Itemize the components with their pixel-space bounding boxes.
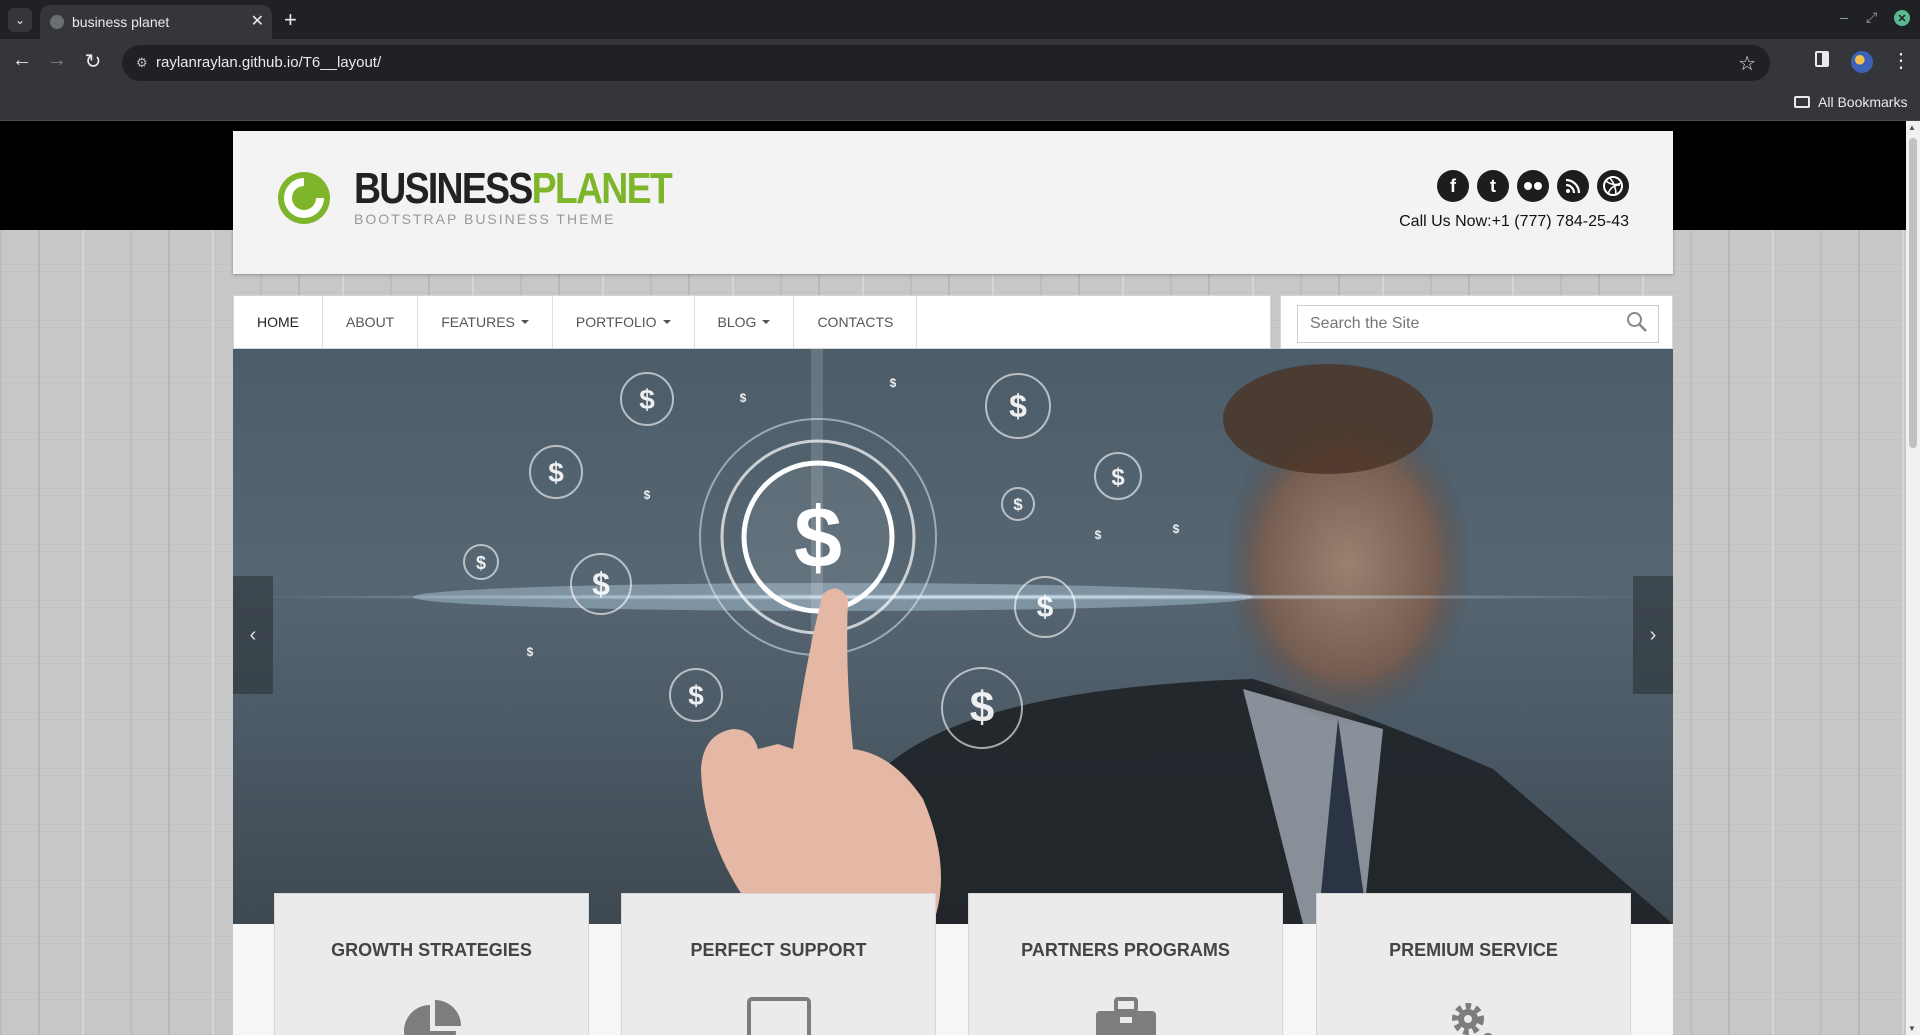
- page-viewport: BUSINESSPLANET BOOTSTRAP BUSINESS THEME …: [0, 121, 1906, 1035]
- nav-label: ABOUT: [346, 314, 395, 330]
- scroll-down-icon[interactable]: ▼: [1908, 1024, 1916, 1033]
- svg-text:$: $: [688, 680, 704, 711]
- nav-item-portfolio[interactable]: PORTFOLIO: [553, 296, 695, 348]
- browser-toolbar: ← → ↻ ⚙ raylanraylan.github.io/T6__layou…: [0, 39, 1920, 86]
- svg-text:$: $: [644, 488, 651, 502]
- svg-text:$: $: [1095, 528, 1102, 542]
- monitor-icon: [746, 997, 811, 1035]
- logo-text-business: BUSINESS: [354, 164, 533, 213]
- browser-tab-strip: ⌄ business planet ✕ + – ⤢ ✕: [0, 0, 1920, 39]
- side-panel-icon[interactable]: [1815, 51, 1829, 67]
- rss-icon[interactable]: [1557, 170, 1589, 202]
- folder-icon[interactable]: [1794, 96, 1810, 108]
- svg-text:$: $: [548, 457, 564, 488]
- tab-title: business planet: [72, 14, 170, 30]
- nav-label: FEATURES: [441, 314, 515, 330]
- chevron-right-icon: ›: [1649, 623, 1657, 646]
- facebook-icon[interactable]: f: [1437, 170, 1469, 202]
- bookmark-star-icon[interactable]: ☆: [1738, 51, 1756, 76]
- nav-label: CONTACTS: [817, 314, 894, 330]
- scroll-thumb[interactable]: [1909, 138, 1917, 448]
- more-menu-icon[interactable]: ⋮: [1891, 48, 1911, 73]
- tab-search-icon[interactable]: ⌄: [8, 8, 32, 32]
- briefcase-icon: [1095, 997, 1156, 1035]
- profile-avatar[interactable]: [1851, 51, 1873, 73]
- logo-text-planet: PLANET: [531, 164, 673, 213]
- nav-menu: HOME ABOUT FEATURES PORTFOLIO BLOG CONTA…: [233, 295, 1271, 349]
- nav-label: PORTFOLIO: [575, 314, 657, 330]
- minimize-icon[interactable]: –: [1840, 9, 1848, 25]
- feature-title: PREMIUM SERVICE: [1389, 940, 1558, 960]
- globe-icon: [50, 15, 64, 29]
- hero-image: $ $ $ $ $ $ $ $ $ $ $ $ $ $ $ $ $: [233, 349, 1673, 924]
- new-tab-icon[interactable]: +: [284, 7, 297, 33]
- main-navigation: HOME ABOUT FEATURES PORTFOLIO BLOG CONTA…: [233, 295, 1673, 349]
- bookmarks-bar: All Bookmarks: [0, 86, 1920, 121]
- feature-title: PERFECT SUPPORT: [690, 940, 867, 960]
- phone-number: Call Us Now:+1 (777) 784-25-43: [1399, 213, 1629, 230]
- feature-card[interactable]: PREMIUM SERVICE: [1316, 893, 1631, 1035]
- nav-label: HOME: [257, 314, 299, 330]
- feature-card[interactable]: GROWTH STRATEGIES: [274, 893, 589, 1035]
- window-close-icon[interactable]: ✕: [1894, 10, 1910, 26]
- feature-card[interactable]: PERFECT SUPPORT: [621, 893, 936, 1035]
- nav-label: BLOG: [717, 314, 757, 330]
- page-scrollbar[interactable]: ▲ ▼: [1906, 121, 1920, 1035]
- feature-title: GROWTH STRATEGIES: [331, 940, 532, 960]
- restore-icon[interactable]: ⤢: [1866, 9, 1877, 26]
- svg-text:$: $: [527, 645, 534, 659]
- pie-chart-icon: [403, 1000, 461, 1035]
- svg-text:$: $: [970, 683, 994, 732]
- nav-item-contacts[interactable]: CONTACTS: [794, 296, 918, 348]
- back-icon[interactable]: ←: [9, 49, 35, 72]
- caret-down-icon: [662, 320, 671, 324]
- nav-item-about[interactable]: ABOUT: [323, 296, 419, 348]
- nav-item-features[interactable]: FEATURES: [418, 296, 553, 348]
- twitter-icon[interactable]: t: [1477, 170, 1509, 202]
- dribbble-icon[interactable]: [1597, 170, 1629, 202]
- gears-icon: [1451, 1003, 1492, 1035]
- svg-text:$: $: [1013, 495, 1023, 514]
- close-icon[interactable]: ✕: [251, 11, 264, 31]
- scroll-up-icon[interactable]: ▲: [1908, 123, 1916, 132]
- nav-item-blog[interactable]: BLOG: [695, 296, 795, 348]
- site-search: [1280, 295, 1673, 349]
- reload-icon[interactable]: ↻: [80, 49, 106, 74]
- feature-title: PARTNERS PROGRAMS: [1021, 940, 1230, 960]
- browser-tab[interactable]: business planet ✕: [40, 5, 272, 39]
- nav-item-home[interactable]: HOME: [234, 296, 323, 348]
- forward-icon[interactable]: →: [44, 49, 70, 72]
- logo-tagline: BOOTSTRAP BUSINESS THEME: [354, 211, 616, 227]
- svg-text:$: $: [740, 391, 747, 405]
- svg-text:$: $: [476, 553, 486, 573]
- address-bar[interactable]: ⚙ raylanraylan.github.io/T6__layout/ ☆: [122, 45, 1770, 81]
- globe-logo-icon[interactable]: [277, 171, 331, 225]
- svg-text:$: $: [592, 566, 610, 602]
- svg-text:$: $: [1009, 388, 1027, 424]
- svg-text:$: $: [1173, 522, 1180, 536]
- caret-down-icon: [520, 320, 529, 324]
- search-icon[interactable]: [1626, 311, 1648, 333]
- site-info-icon[interactable]: ⚙: [136, 55, 148, 71]
- site-header: BUSINESSPLANET BOOTSTRAP BUSINESS THEME …: [233, 131, 1673, 274]
- slider-prev-button[interactable]: ‹: [233, 576, 273, 694]
- slider-next-button[interactable]: ›: [1633, 576, 1673, 694]
- all-bookmarks-link[interactable]: All Bookmarks: [1818, 94, 1907, 110]
- svg-text:$: $: [1111, 464, 1125, 491]
- hero-slider: $ $ $ $ $ $ $ $ $ $ $ $ $ $ $ $ $ ‹ ›: [233, 349, 1673, 924]
- svg-text:$: $: [639, 384, 655, 415]
- site-logo[interactable]: BUSINESSPLANET: [354, 164, 673, 213]
- url-text[interactable]: raylanraylan.github.io/T6__layout/: [156, 54, 381, 71]
- search-input[interactable]: [1297, 305, 1659, 343]
- feature-card[interactable]: PARTNERS PROGRAMS: [968, 893, 1283, 1035]
- caret-down-icon: [762, 320, 771, 324]
- social-links: f t: [1437, 170, 1629, 202]
- flickr-icon[interactable]: [1517, 170, 1549, 202]
- svg-text:$: $: [1037, 591, 1054, 624]
- chevron-left-icon: ‹: [249, 623, 257, 646]
- svg-text:$: $: [890, 376, 897, 390]
